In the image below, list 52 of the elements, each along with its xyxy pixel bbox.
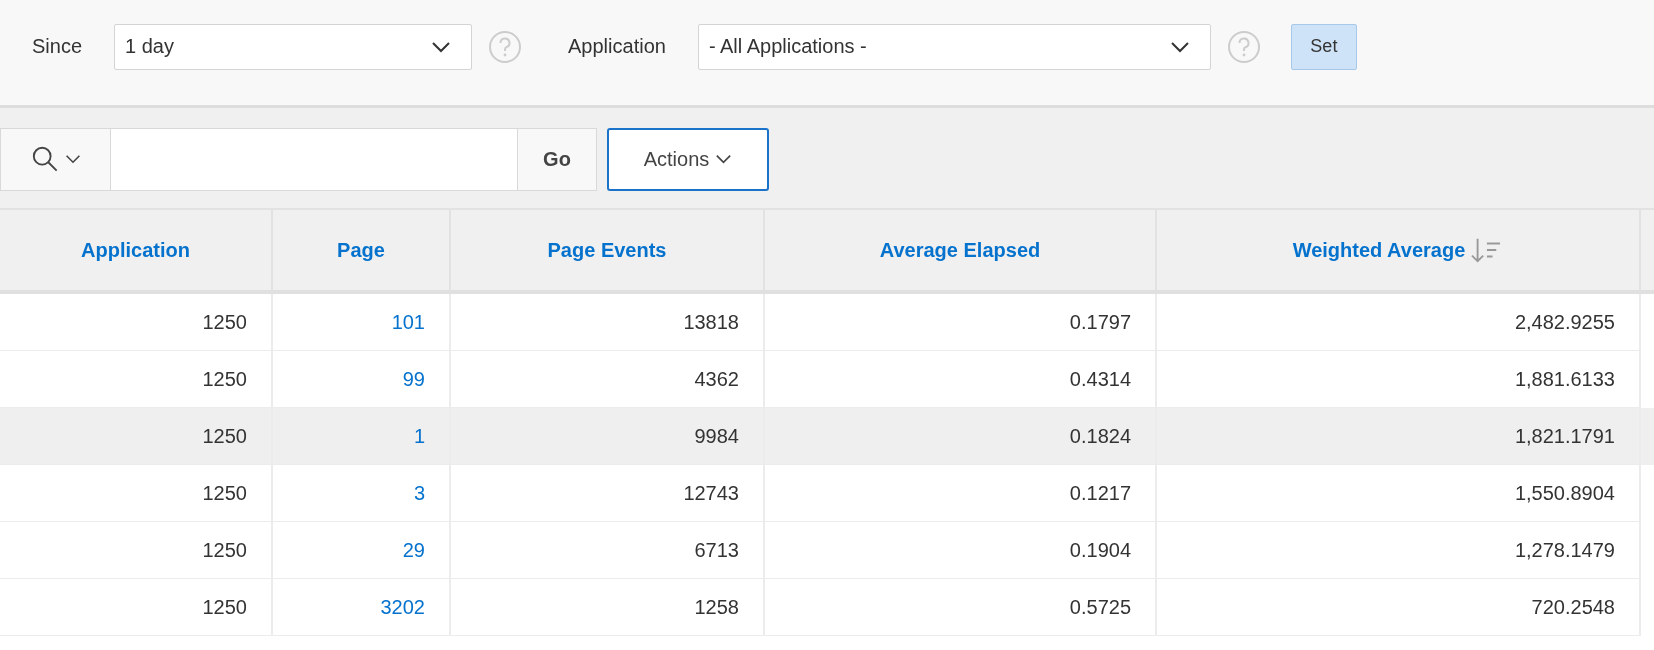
actions-button[interactable]: Actions — [607, 127, 769, 191]
table-cell: 6713 — [694, 538, 739, 562]
table-cell: 9984 — [694, 424, 739, 448]
chevron-down-icon — [715, 154, 733, 164]
page-link[interactable]: 29 — [402, 538, 425, 562]
table-row[interactable]: 1250 1 9984 0.1824 1,821.1791 — [0, 408, 1654, 465]
select-field[interactable]: 1 day — [114, 23, 473, 70]
page-link[interactable]: 3202 — [380, 595, 425, 619]
table-cell: 0.1797 — [1069, 310, 1131, 334]
column-header[interactable]: Average Elapsed — [765, 210, 1157, 290]
chevron-down-icon — [431, 40, 452, 53]
column-header[interactable]: Application — [0, 210, 273, 290]
table-cell: 0.4314 — [1069, 367, 1131, 391]
table-cell: 1,821.1791 — [1514, 424, 1615, 448]
table-cell: 1,550.8904 — [1514, 481, 1615, 505]
search-field[interactable] — [111, 127, 518, 191]
table-cell: 1250 — [202, 367, 247, 391]
table-cell: 0.1217 — [1069, 481, 1131, 505]
table-cell: 1250 — [202, 481, 247, 505]
table-cell: 1250 — [202, 424, 247, 448]
column-header[interactable]: Weighted Average — [1157, 210, 1641, 290]
help-icon[interactable] — [488, 29, 523, 64]
table-cell: 0.1824 — [1069, 424, 1131, 448]
table-cell: 12743 — [683, 481, 739, 505]
table-cell: 13818 — [683, 310, 739, 334]
filter-label: Since — [32, 35, 83, 58]
chevron-down-icon — [64, 154, 81, 164]
column-header[interactable]: Page — [273, 210, 451, 290]
page-link[interactable]: 101 — [391, 310, 425, 334]
table-cell: 1,881.6133 — [1514, 367, 1615, 391]
table-cell: 1250 — [202, 538, 247, 562]
table-cell: 720.2548 — [1531, 595, 1615, 619]
search-menu-button[interactable] — [0, 127, 111, 191]
table-cell: 1258 — [694, 595, 739, 619]
set-button[interactable]: Set — [1290, 23, 1357, 70]
select-field[interactable]: - All Applications - — [697, 23, 1211, 70]
filter-label: Application — [568, 35, 666, 58]
table-cell: 4362 — [694, 367, 739, 391]
table-cell: 2,482.9255 — [1514, 310, 1615, 334]
table-cell: 1250 — [202, 595, 247, 619]
go-button[interactable]: Go — [518, 127, 597, 191]
help-icon[interactable] — [1226, 29, 1261, 64]
table-cell: 1250 — [202, 310, 247, 334]
column-header[interactable]: Page Events — [451, 210, 765, 290]
chevron-down-icon — [1169, 40, 1190, 53]
search-icon — [30, 145, 59, 173]
page-link[interactable]: 99 — [402, 367, 425, 391]
table-cell: 0.5725 — [1069, 595, 1131, 619]
table-cell: 0.1904 — [1069, 538, 1131, 562]
page-link[interactable]: 1 — [413, 424, 425, 448]
page-link[interactable]: 3 — [413, 481, 425, 505]
table-cell: 1,278.1479 — [1514, 538, 1615, 562]
